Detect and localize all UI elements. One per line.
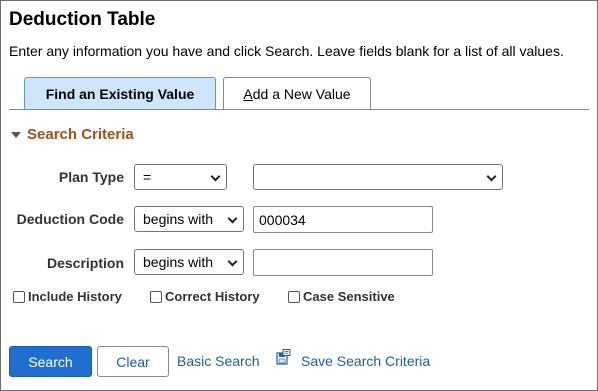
plan-type-value-select[interactable] [253,164,503,190]
save-search-criteria-link[interactable]: Save Search Criteria [301,353,430,369]
tab-add-label-rest: dd a New Value [252,85,351,102]
chevron-down-icon [210,171,221,182]
search-button[interactable]: Search [9,346,92,377]
checkbox-box[interactable] [150,290,162,303]
plan-type-label: Plan Type [58,169,124,185]
chevron-down-icon [227,213,238,224]
description-label: Description [46,255,124,271]
description-operator-select[interactable]: begins with [134,249,244,275]
clear-button[interactable]: Clear [97,346,169,377]
checkbox-box[interactable] [288,290,300,303]
tab-add-new-value[interactable]: Add a New Value [223,77,371,110]
search-criteria-toggle[interactable]: Search Criteria [11,126,134,143]
case-sensitive-checkbox[interactable]: Case Sensitive [288,289,395,304]
plan-type-operator-value: = [143,169,152,185]
deduction-code-input[interactable] [253,206,433,233]
tab-find-existing-value[interactable]: Find an Existing Value [24,77,216,110]
include-history-checkbox[interactable]: Include History [13,289,122,304]
tab-divider [9,109,589,110]
description-operator-value: begins with [143,254,214,270]
page-frame: Deduction Table Enter any information yo… [0,0,598,391]
page-instructions: Enter any information you have and click… [9,43,564,59]
chevron-down-icon [227,256,238,267]
basic-search-link[interactable]: Basic Search [177,353,259,369]
correct-history-checkbox[interactable]: Correct History [150,289,260,304]
page-title: Deduction Table [9,9,156,30]
correct-history-label: Correct History [165,289,260,304]
collapse-triangle-icon [11,131,21,138]
search-criteria-header: Search Criteria [27,126,134,143]
case-sensitive-label: Case Sensitive [303,289,395,304]
deduction-code-label: Deduction Code [16,211,124,227]
include-history-label: Include History [28,289,122,304]
plan-type-operator-select[interactable]: = [134,164,227,190]
description-input[interactable] [253,249,433,276]
checkbox-box[interactable] [13,290,25,303]
deduction-code-operator-value: begins with [143,211,214,227]
save-search-icon[interactable] [276,349,291,365]
tab-add-accesskey: A [243,85,253,102]
chevron-down-icon [486,171,497,182]
deduction-code-operator-select[interactable]: begins with [134,206,244,232]
